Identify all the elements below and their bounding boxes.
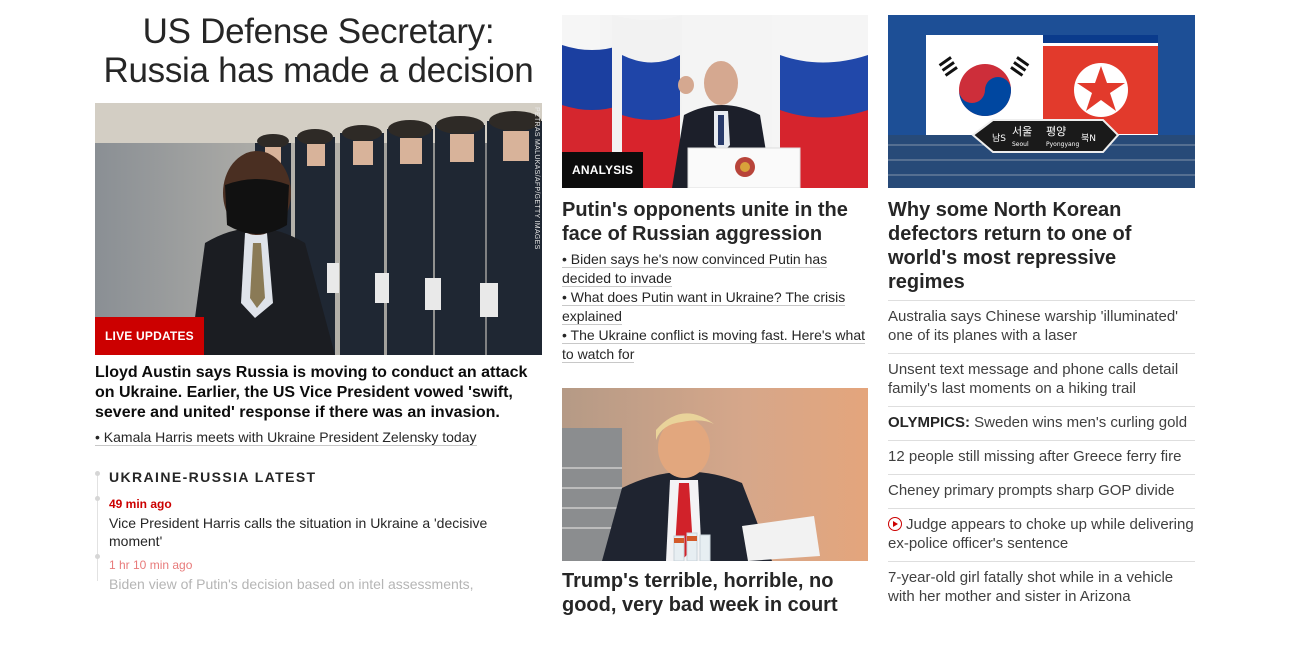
korea-story-headline[interactable]: Why some North Korean defectors return t… [888,198,1195,294]
list-item[interactable]: 12 people still missing after Greece fer… [888,440,1195,474]
timeline-dot [95,554,100,559]
sign-pyongyang: Pyongyang [1046,141,1079,148]
olympics-tag: OLYMPICS: [888,414,970,431]
sign-seoul: Seoul [1012,141,1029,148]
analysis-badge: ANALYSIS [562,152,644,188]
related-link-putin-want[interactable]: • What does Putin want in Ukraine? The c… [562,289,846,325]
latest-updates-feed: UKRAINE-RUSSIA LATEST 49 min ago Vice Pr… [95,469,542,593]
latest-time: 1 hr 10 min ago [109,558,193,572]
photo-credit: PETRAS MALUKAS/AFP/GETTY IMAGES [533,107,540,250]
timeline-dot [95,496,100,501]
main-headline[interactable]: US Defense Secretary: Russia has made a … [95,12,542,90]
center-column: ANALYSIS Putin's opponents unite in the … [562,15,868,617]
live-updates-badge: LIVE UPDATES [95,317,204,355]
latest-time: 49 min ago [109,497,172,511]
right-column: 남S 서울 Seoul 평양 Pyongyang 북N Why some Nor… [888,15,1195,614]
trump-story-image[interactable] [562,388,868,561]
latest-title[interactable]: UKRAINE-RUSSIA LATEST [109,469,542,485]
list-item[interactable]: Australia says Chinese warship 'illumina… [888,300,1195,353]
video-play-icon [888,517,902,531]
trump-story-headline[interactable]: Trump's terrible, horrible, no good, ver… [562,569,868,617]
list-item[interactable]: OLYMPICS: Sweden wins men's curling gold [888,406,1195,440]
list-item[interactable]: Cheney primary prompts sharp GOP divide [888,474,1195,508]
main-story: US Defense Secretary: Russia has made a … [95,12,542,593]
list-item[interactable]: 7-year-old girl fatally shot while in a … [888,561,1195,614]
putin-story-links: • Biden says he's now convinced Putin ha… [562,250,868,364]
putin-story-image[interactable]: ANALYSIS [562,15,868,188]
timeline-rail [97,475,98,581]
sign-pyongyang-ko: 평양 [1046,125,1066,138]
timeline-dot [95,471,100,476]
sign-south: 남S [992,133,1006,144]
related-link-biden[interactable]: • Biden says he's now convinced Putin ha… [562,251,828,287]
list-item[interactable]: Judge appears to choke up while deliveri… [888,508,1195,561]
sign-seoul-ko: 서울 [1012,125,1032,138]
headline-list: Australia says Chinese warship 'illumina… [888,300,1195,614]
feed-fade-overlay [95,596,542,636]
main-lead-text[interactable]: Lloyd Austin says Russia is moving to co… [95,363,542,423]
korea-flags-illustration: 남S 서울 Seoul 평양 Pyongyang 북N [888,15,1195,188]
related-link-harris[interactable]: • Kamala Harris meets with Ukraine Presi… [95,429,477,446]
related-link-ukraine-conflict[interactable]: • The Ukraine conflict is moving fast. H… [562,327,865,363]
latest-item[interactable]: Biden view of Putin's decision based on … [109,575,542,593]
sign-north: 북N [1081,133,1096,144]
putin-story-headline[interactable]: Putin's opponents unite in the face of R… [562,198,868,246]
trump-photo [562,388,868,561]
list-item[interactable]: Unsent text message and phone calls deta… [888,353,1195,406]
latest-item[interactable]: Vice President Harris calls the situatio… [109,514,542,550]
korea-story-image[interactable]: 남S 서울 Seoul 평양 Pyongyang 북N [888,15,1195,188]
main-story-image[interactable]: PETRAS MALUKAS/AFP/GETTY IMAGES LIVE UPD… [95,103,542,355]
